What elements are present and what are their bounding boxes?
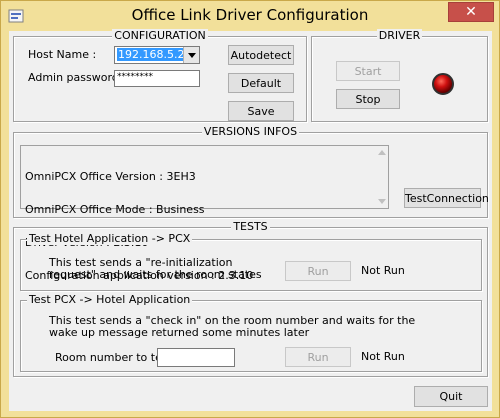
window-title: Office Link Driver Configuration xyxy=(131,6,369,24)
chevron-down-icon[interactable] xyxy=(183,47,199,63)
default-button[interactable]: Default xyxy=(228,73,294,93)
configuration-title: CONFIGURATION xyxy=(112,29,208,42)
scroll-up-icon[interactable] xyxy=(378,150,386,155)
driver-title: DRIVER xyxy=(376,29,423,42)
save-button[interactable]: Save xyxy=(228,101,294,121)
versions-info-box[interactable]: OmniPCX Office Version : 3EH3 OmniPCX Of… xyxy=(20,145,389,281)
quit-button[interactable]: Quit xyxy=(414,386,488,407)
hotel-to-pcx-title: Test Hotel Application -> PCX xyxy=(27,232,193,245)
host-name-label: Host Name : xyxy=(28,48,97,61)
hotel-to-pcx-run-button[interactable]: Run xyxy=(285,261,351,281)
start-button[interactable]: Start xyxy=(336,61,400,81)
pcx-to-hotel-group: Test PCX -> Hotel Application This test … xyxy=(20,293,482,372)
admin-password-field[interactable]: ******** xyxy=(114,70,200,87)
versions-scrollbar[interactable] xyxy=(376,146,388,208)
host-name-combobox[interactable]: 192.168.5.246 xyxy=(114,46,200,64)
pcx-to-hotel-run-button[interactable]: Run xyxy=(285,347,351,367)
versions-group: VERSIONS INFOS OmniPCX Office Version : … xyxy=(13,125,489,281)
version-line: OmniPCX Office Version : 3EH3 xyxy=(25,170,196,183)
tests-group: TESTS Test Hotel Application -> PCX This… xyxy=(13,220,488,377)
autodetect-button[interactable]: Autodetect xyxy=(228,45,294,65)
title-bar[interactable]: Office Link Driver Configuration ✕ xyxy=(1,1,499,31)
pcx-to-hotel-status: Not Run xyxy=(361,350,405,363)
hotel-to-pcx-description-line2: request" and waits for the room states xyxy=(49,268,262,281)
stop-button[interactable]: Stop xyxy=(336,89,400,109)
pcx-to-hotel-title: Test PCX -> Hotel Application xyxy=(27,293,193,306)
configuration-group: CONFIGURATION Host Name : 192.168.5.246 … xyxy=(13,29,307,122)
room-number-input[interactable] xyxy=(157,348,235,367)
hotel-to-pcx-status: Not Run xyxy=(361,264,405,277)
driver-status-led-icon xyxy=(432,73,454,95)
driver-group: DRIVER Start Stop xyxy=(311,29,488,122)
test-connection-button[interactable]: TestConnection xyxy=(404,188,489,208)
client-area: CONFIGURATION Host Name : 192.168.5.246 … xyxy=(9,29,492,411)
main-window: Office Link Driver Configuration ✕ CONFI… xyxy=(0,0,500,418)
close-button[interactable]: ✕ xyxy=(448,2,494,22)
hotel-to-pcx-group: Test Hotel Application -> PCX This test … xyxy=(20,232,482,291)
admin-password-label: Admin password : xyxy=(28,71,126,84)
pcx-to-hotel-description-line2: wake up message returned some minutes la… xyxy=(49,326,310,339)
version-line: OmniPCX Office Mode : Business xyxy=(25,203,205,216)
scroll-down-icon[interactable] xyxy=(378,199,386,204)
versions-title: VERSIONS INFOS xyxy=(201,125,300,138)
